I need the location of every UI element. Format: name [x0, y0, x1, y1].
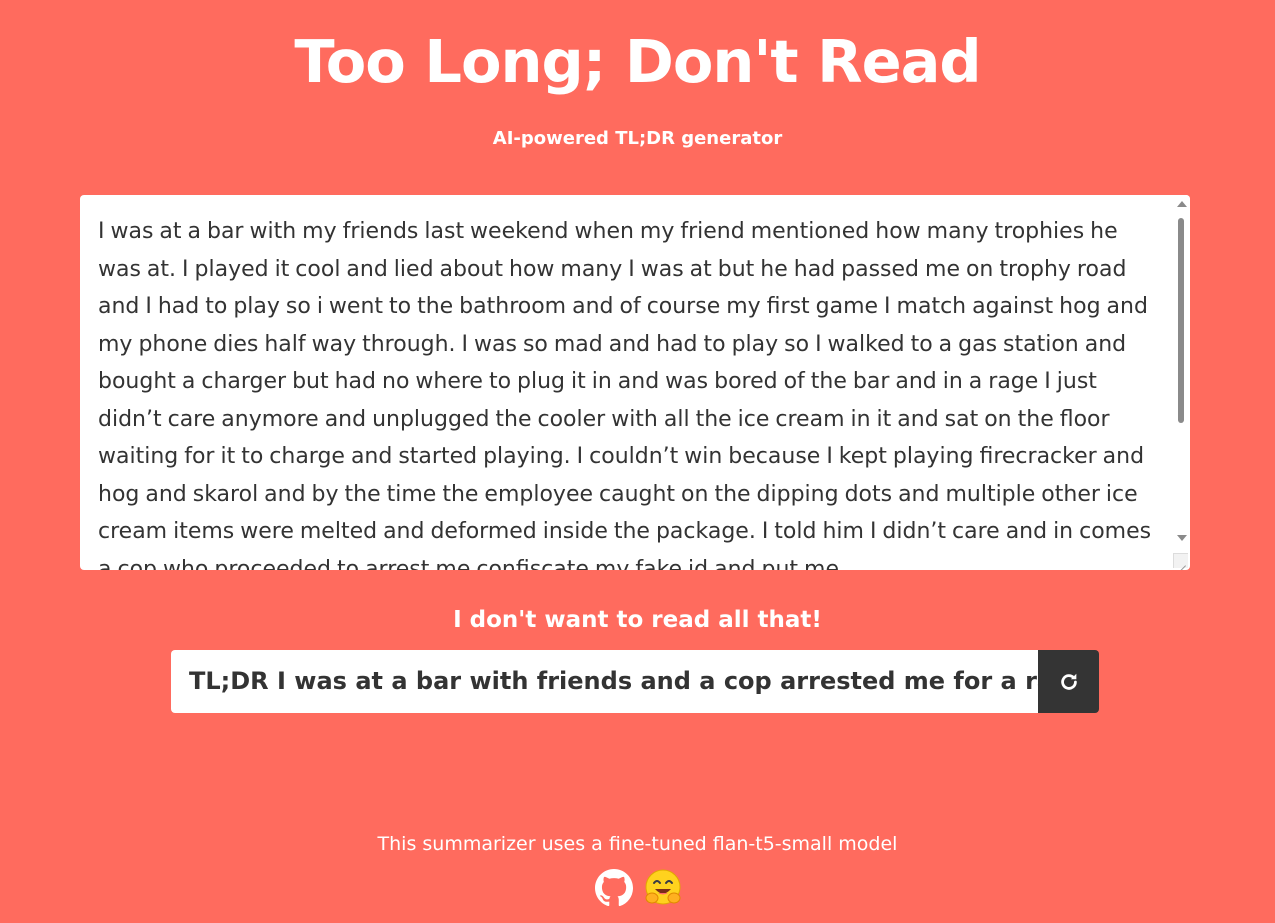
- regenerate-button[interactable]: [1038, 650, 1099, 713]
- scroll-up-icon[interactable]: [1177, 201, 1187, 207]
- input-text: I was at a bar with my friends last week…: [98, 219, 1152, 570]
- page-subtitle: AI-powered TL;DR generator: [492, 128, 783, 149]
- scroll-down-icon[interactable]: [1177, 535, 1187, 541]
- github-icon: [594, 869, 633, 907]
- scroll-thumb[interactable]: [1178, 218, 1184, 423]
- resize-handle-icon[interactable]: [1173, 553, 1188, 568]
- summary-output-field[interactable]: TL;DR I was at a bar with friends and a …: [171, 650, 1038, 713]
- page-title: Too Long; Don't Read: [294, 27, 981, 96]
- vertical-scrollbar[interactable]: [1173, 195, 1190, 548]
- hugging-face-link[interactable]: [643, 869, 681, 907]
- footer-links: [0, 869, 1275, 907]
- summarize-label: I don't want to read all that!: [453, 607, 822, 633]
- hugging-face-icon: [645, 869, 680, 905]
- footer-text: This summarizer uses a fine-tuned flan-t…: [377, 833, 898, 855]
- refresh-icon: [1060, 673, 1077, 690]
- input-textarea[interactable]: I was at a bar with my friends last week…: [80, 195, 1190, 570]
- github-link[interactable]: [594, 869, 633, 907]
